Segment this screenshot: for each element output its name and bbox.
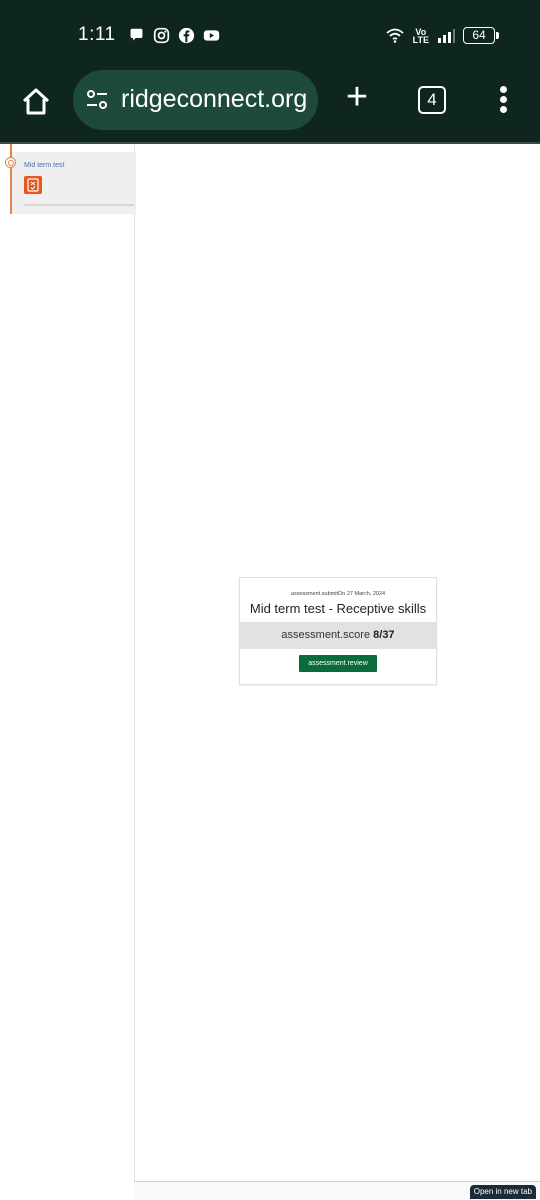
system-status: Vo LTE 64 [385,26,499,45]
timeline-line [10,144,12,152]
instagram-icon [153,27,170,44]
status-bar: 1:11 Vo LTE 64 [0,0,540,70]
new-tab-button[interactable]: + [342,78,372,116]
score-value: 8/37 [373,629,395,641]
timeline-dot-icon [5,157,16,168]
sidebar-item-mid-term-test[interactable]: Mid term test [10,152,136,214]
url-text[interactable]: ridgeconnect.org [121,85,307,114]
notification-icons [128,27,220,44]
chat-bubble-icon [130,28,143,41]
assessment-result-card: assessment.submitOn 27 March, 2024 Mid t… [239,577,437,685]
address-bar[interactable]: ridgeconnect.org [73,70,318,130]
review-button[interactable]: assessment.review [299,655,377,672]
wifi-icon [386,28,404,43]
battery-icon: 64 [463,27,499,44]
sidebar: Mid term test [0,144,136,1199]
volte-icon: Vo LTE [412,26,429,45]
status-time: 1:11 [78,24,116,45]
score-row: assessment.score 8/37 [240,622,436,649]
youtube-icon [203,30,220,41]
signal-icon [438,28,455,43]
home-icon[interactable] [20,86,52,118]
facebook-icon [178,27,195,44]
open-in-new-tab-button[interactable]: Open in new tab [469,1185,536,1199]
divider [24,204,134,206]
score-label: assessment.score [281,629,371,641]
sidebar-item-label[interactable]: Mid term test [24,162,64,169]
assessment-title: Mid term test - Receptive skills [249,601,427,616]
test-document-icon[interactable] [24,176,42,194]
more-menu-icon[interactable] [497,86,509,116]
site-settings-icon[interactable] [85,88,109,112]
tab-switcher-button[interactable]: 4 [418,86,446,114]
browser-toolbar: ridgeconnect.org + 4 [0,70,540,144]
submitted-date: assessment.submitOn 27 March, 2024 [290,591,386,597]
